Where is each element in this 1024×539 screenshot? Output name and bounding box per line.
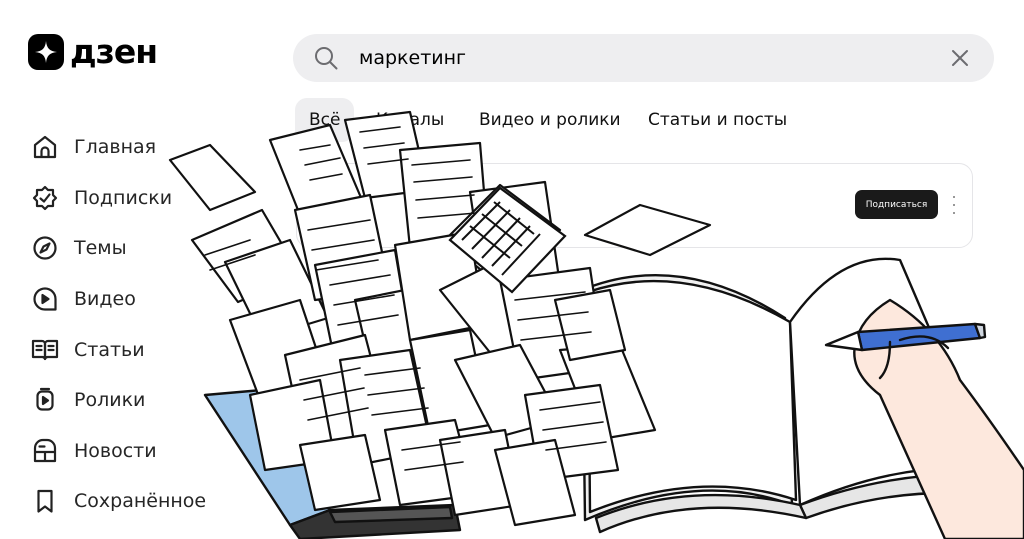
sidebar-item-label: Главная <box>74 136 157 159</box>
search-icon[interactable] <box>313 45 339 71</box>
subscriptions-icon <box>30 183 60 213</box>
sidebar-item-topics[interactable]: Темы <box>30 223 206 274</box>
book-icon <box>30 335 60 365</box>
shorts-icon <box>30 385 60 415</box>
dzen-star-icon <box>28 34 64 70</box>
search-input[interactable] <box>357 46 921 70</box>
sidebar-item-label: Подписки <box>74 186 173 209</box>
bookmark-icon <box>30 486 60 516</box>
more-vertical-icon[interactable] <box>948 196 960 214</box>
sidebar-item-label: Видео <box>74 288 136 311</box>
sidebar-item-label: Сохранённое <box>74 490 207 513</box>
close-icon[interactable] <box>948 46 972 70</box>
tab-channels[interactable]: Каналы <box>376 98 444 142</box>
sidebar-item-articles[interactable]: Статьи <box>30 324 206 375</box>
news-icon <box>30 436 60 466</box>
dzen-logo[interactable]: дзен <box>28 32 158 71</box>
tab-all[interactable]: Всё <box>295 98 355 142</box>
brand-name: дзен <box>70 32 158 71</box>
sidebar-item-label: Темы <box>74 237 127 260</box>
sidebar-nav: Главная Подписки Темы Видео Статьи Ролик… <box>30 122 206 527</box>
tab-video-shorts[interactable]: Видео и ролики <box>479 98 621 142</box>
sidebar-item-home[interactable]: Главная <box>30 122 206 173</box>
sidebar-item-news[interactable]: Новости <box>30 426 206 477</box>
sidebar-item-label: Статьи <box>74 338 145 361</box>
video-icon <box>30 284 60 314</box>
sidebar-item-label: Ролики <box>74 389 146 412</box>
notebook-illustration <box>580 257 1002 534</box>
home-icon <box>30 132 60 162</box>
search-bar <box>293 34 994 82</box>
laptop-illustration <box>203 388 462 539</box>
sidebar-item-label: Новости <box>74 439 157 462</box>
sidebar-item-video[interactable]: Видео <box>30 274 206 325</box>
sidebar-item-subscriptions[interactable]: Подписки <box>30 173 206 224</box>
sidebar-item-saved[interactable]: Сохранённое <box>30 476 206 527</box>
sidebar-item-shorts[interactable]: Ролики <box>30 375 206 426</box>
compass-icon <box>30 233 60 263</box>
tab-articles-posts[interactable]: Статьи и посты <box>648 98 787 142</box>
subscribe-button[interactable]: Подписаться <box>855 190 938 219</box>
hand-with-pen-illustration <box>824 298 1024 539</box>
